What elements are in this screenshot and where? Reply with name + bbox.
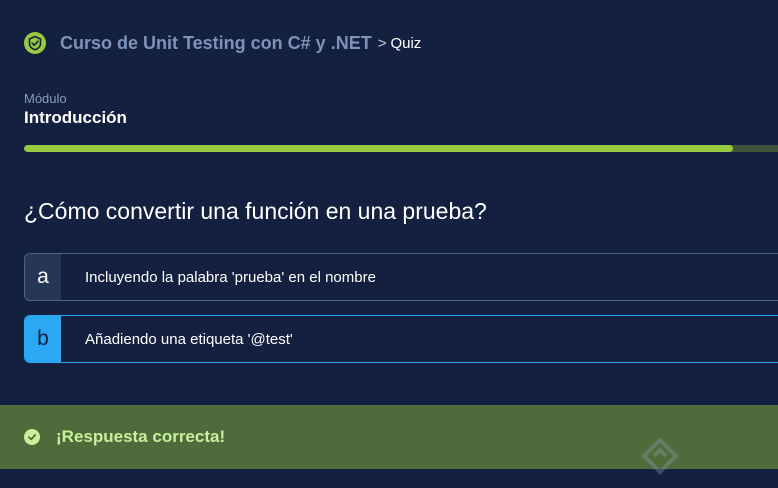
module-name: Introducción <box>24 108 127 127</box>
question-text: ¿Cómo convertir una función en una prueb… <box>24 198 487 224</box>
progress-bar <box>24 145 778 152</box>
option-letter: b <box>25 316 61 362</box>
quiz-page: Curso de Unit Testing con C# y .NET > Qu… <box>0 0 778 488</box>
header: Curso de Unit Testing con C# y .NET > Qu… <box>24 30 421 56</box>
course-badge-icon <box>24 32 46 54</box>
breadcrumb-separator: > <box>377 34 387 52</box>
answer-option-a[interactable]: a Incluyendo la palabra 'prueba' en el n… <box>24 253 778 301</box>
module-label: Módulo <box>24 91 67 106</box>
answer-option-b[interactable]: b Añadiendo una etiqueta '@test' <box>24 315 778 363</box>
course-title-link[interactable]: Curso de Unit Testing con C# y .NET <box>60 33 372 54</box>
progress-bar-fill <box>24 145 733 152</box>
check-circle-icon <box>24 429 40 445</box>
option-text: Incluyendo la palabra 'prueba' en el nom… <box>85 268 376 286</box>
watermark-logo <box>640 437 680 483</box>
option-text: Añadiendo una etiqueta '@test' <box>85 330 293 348</box>
feedback-text: ¡Respuesta correcta! <box>56 427 226 446</box>
option-letter: a <box>25 254 61 300</box>
breadcrumb-current: Quiz <box>390 34 422 52</box>
